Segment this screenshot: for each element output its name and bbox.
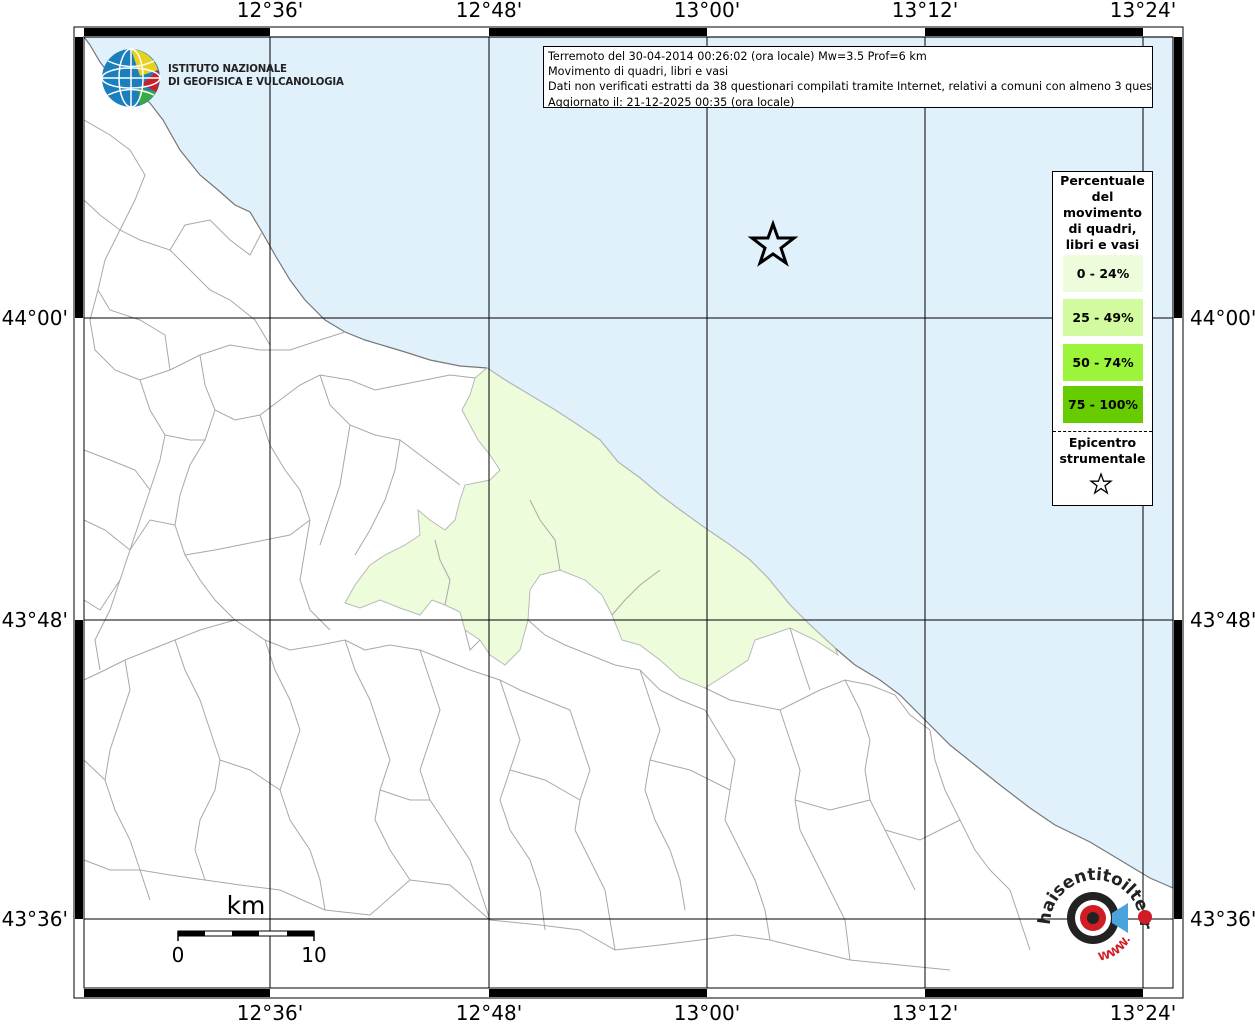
event-title: Terremoto del 30-04-2014 00:26:02 (ora l…: [548, 50, 927, 63]
legend-star-icon: [1089, 472, 1113, 500]
earthquake-survey-logo-icon: haisentitoilterremoto.it WWW.: [1021, 840, 1155, 964]
legend-class-3: 50 - 74%: [1063, 344, 1143, 381]
bottom-lon-label: 13°00': [674, 1001, 740, 1024]
hai-sentito-logo: haisentitoilterremoto.it WWW.: [1021, 840, 1160, 989]
bottom-lon-label: 13°12': [892, 1001, 958, 1024]
map-subject: Movimento di quadri, libri e vasi: [548, 65, 729, 79]
ingv-name-line1: ISTITUTO NAZIONALE: [168, 64, 287, 75]
ingv-name-line2: DI GEOFISICA E VULCANOLOGIA: [168, 77, 344, 88]
scale-start: 0: [172, 943, 185, 967]
top-lon-label: 13°12': [892, 0, 958, 22]
event-info-box: Terremoto del 30-04-2014 00:26:02 (ora l…: [543, 46, 1153, 108]
legend-class-label: 0 - 24%: [1076, 266, 1130, 281]
right-lat-label: 43°36': [1190, 907, 1255, 931]
bottom-lon-label: 13°24': [1110, 1001, 1176, 1024]
legend-class-label: 75 - 100%: [1068, 397, 1138, 412]
right-lat-label: 44°00': [1190, 306, 1255, 330]
legend-class-4: 75 - 100%: [1063, 386, 1143, 423]
legend-title: Percentuale del movimento di quadri, lib…: [1060, 173, 1145, 252]
legend-class-1: 0 - 24%: [1063, 255, 1143, 292]
bottom-lon-label: 12°36': [237, 1001, 303, 1024]
update-time: Aggiornato il: 21-12-2025 00:35 (ora loc…: [548, 95, 795, 108]
data-note: Dati non verificati estratti da 38 quest…: [548, 80, 1153, 94]
scale-unit: km: [227, 891, 266, 920]
left-lat-label: 43°48': [2, 608, 68, 632]
right-lat-label: 43°48': [1190, 608, 1255, 632]
legend-epicenter-label: Epicentro strumentale: [1059, 435, 1146, 466]
top-lon-label: 12°36': [237, 0, 303, 22]
legend: Percentuale del movimento di quadri, lib…: [1052, 171, 1153, 506]
legend-class-label: 50 - 74%: [1072, 355, 1134, 370]
top-lon-label: 12°48': [456, 0, 522, 22]
legend-class-2: 25 - 49%: [1063, 299, 1143, 336]
legend-divider: [1053, 431, 1152, 432]
left-lat-label: 43°36': [2, 907, 68, 931]
ingv-logo: [100, 46, 164, 114]
left-lat-label: 44°00': [2, 306, 68, 330]
top-lon-label: 13°00': [674, 0, 740, 22]
legend-class-label: 25 - 49%: [1072, 310, 1134, 325]
ingv-name: ISTITUTO NAZIONALE DI GEOFISICA E VULCAN…: [168, 63, 344, 89]
scale-end: 10: [301, 943, 326, 967]
bottom-lon-label: 12°48': [456, 1001, 522, 1024]
globe-icon: [101, 48, 161, 108]
top-lon-label: 13°24': [1110, 0, 1176, 22]
